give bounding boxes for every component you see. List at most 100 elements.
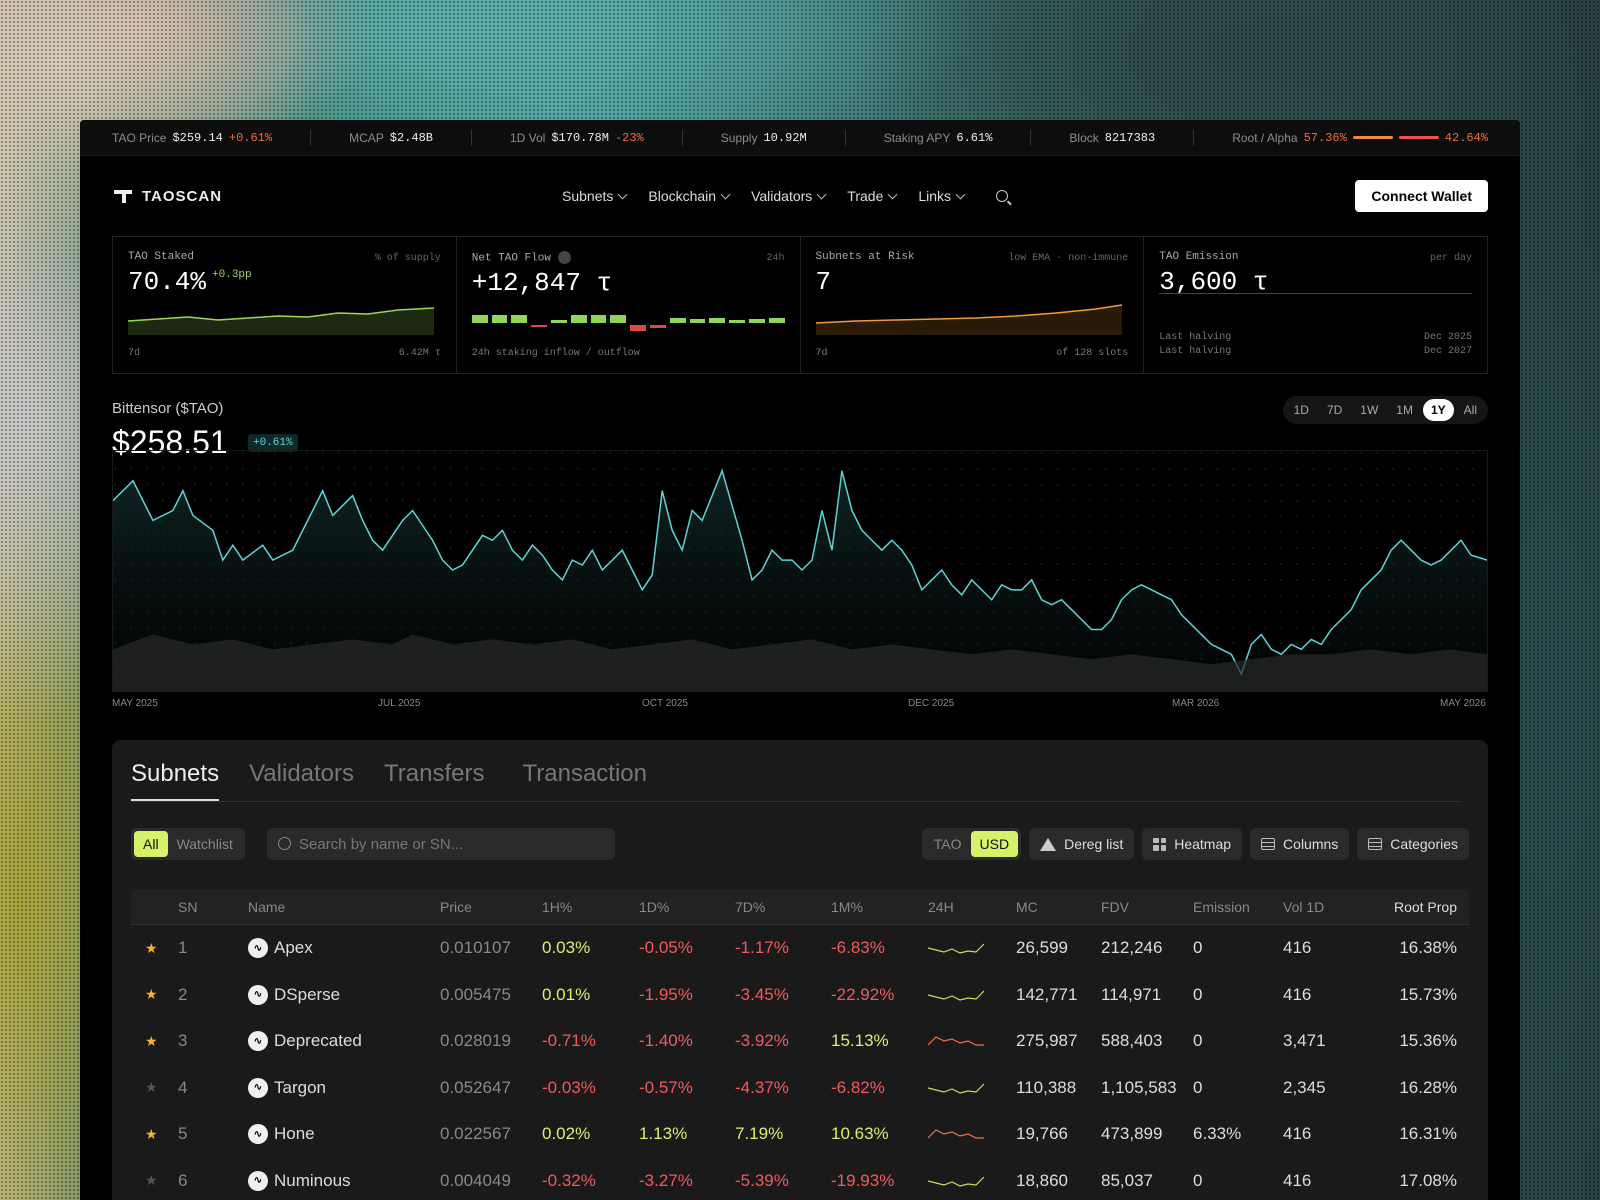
risk-sparkline <box>815 304 1122 335</box>
subnet-name[interactable]: ∿ DSperse <box>248 984 340 1005</box>
subnet-name[interactable]: ∿ Numinous <box>248 1170 351 1191</box>
cell-d7: -4.37% <box>735 1077 789 1097</box>
alpha-bar <box>1398 136 1439 139</box>
cell-m1: -6.82% <box>831 1077 885 1097</box>
tab-transfers[interactable]: Transfers <box>384 754 484 801</box>
subnet-logo-icon: ∿ <box>248 938 268 959</box>
stats-row: TAO Staked % of supply 70.4% +0.3pp 7d 6.… <box>112 236 1488 374</box>
subnet-name[interactable]: ∿ Deprecated <box>248 1031 362 1052</box>
table-icon <box>1368 838 1383 850</box>
cell-d1: -0.57% <box>639 1077 693 1097</box>
cell-mc: 19,766 <box>1016 1124 1068 1144</box>
ticker-staking-apy: Staking APY 6.61% <box>883 130 993 145</box>
subnets-table: SN Name Price 1H% 1D% 7D% 1M% 24H MC FDV… <box>131 889 1469 1200</box>
toolbar-buttons: TAO USD Dereg list Heatmap Columns Categ… <box>921 828 1469 860</box>
cell-price: 0.010107 <box>440 938 511 958</box>
price-chart[interactable] <box>112 450 1488 692</box>
x-axis-label: DEC 2025 <box>908 698 955 709</box>
filter-all[interactable]: All <box>134 831 168 857</box>
watchlist-star-icon[interactable]: ★ <box>145 1172 158 1189</box>
stat-tao-staked: TAO Staked % of supply 70.4% +0.3pp 7d 6.… <box>113 237 457 373</box>
info-icon[interactable] <box>557 251 571 264</box>
search-icon <box>278 837 291 850</box>
x-axis-label: JUL 2025 <box>378 698 421 709</box>
heatmap-button[interactable]: Heatmap <box>1142 828 1243 860</box>
table-row[interactable]: ★ 2 ∿ DSperse 0.005475 0.01% -1.95% -3.45% -22.9… <box>131 972 1469 1019</box>
chevron-down-icon <box>720 189 731 199</box>
cell-price: 0.004049 <box>440 1170 511 1190</box>
currency-usd[interactable]: USD <box>970 831 1019 857</box>
filter-bar: All Watchlist Search by name or SN... TA… <box>131 828 1469 860</box>
cell-d1: -1.40% <box>639 1031 693 1051</box>
watchlist-star-icon[interactable]: ★ <box>145 940 158 957</box>
subnet-logo-icon: ∿ <box>248 1031 268 1052</box>
ticker-mcap: MCAP $2.48B <box>349 130 433 145</box>
watchlist-star-icon[interactable]: ★ <box>145 1079 158 1096</box>
cell-d7: 7.19% <box>735 1124 784 1144</box>
cell-mc: 142,771 <box>1016 984 1078 1004</box>
cell-h1: -0.32% <box>542 1170 596 1190</box>
table-row[interactable]: ★ 3 ∿ Deprecated 0.028019 -0.71% -1.40% -3.92% 1… <box>131 1018 1469 1065</box>
watchlist-star-icon[interactable]: ★ <box>145 1126 158 1143</box>
menu-trade[interactable]: Trade <box>847 188 898 204</box>
cell-h1: 0.03% <box>542 938 591 958</box>
cell-h1: -0.03% <box>542 1077 596 1097</box>
cell-h1: 0.01% <box>542 984 591 1004</box>
watchlist-star-icon[interactable]: ★ <box>145 1033 158 1050</box>
tab-transaction[interactable]: Transaction <box>523 754 648 801</box>
table-icon <box>1261 838 1276 850</box>
watchlist-star-icon[interactable]: ★ <box>145 986 158 1003</box>
subnet-logo-icon: ∿ <box>248 1124 268 1145</box>
columns-button[interactable]: Columns <box>1250 828 1350 860</box>
cell-root-prop: 16.31% <box>1399 1124 1457 1144</box>
cell-sn: 2 <box>178 984 188 1004</box>
cell-price: 0.028019 <box>440 1031 511 1051</box>
cell-m1: -6.83% <box>831 938 885 958</box>
ticker-supply: Supply 10.92M <box>720 130 807 145</box>
range-1d[interactable]: 1D <box>1286 399 1317 421</box>
filter-watchlist[interactable]: Watchlist <box>168 831 242 857</box>
subnet-name[interactable]: ∿ Targon <box>248 1077 326 1098</box>
brand-logo[interactable]: TAOSCAN <box>112 187 222 205</box>
range-1w[interactable]: 1W <box>1352 399 1386 421</box>
menu-links[interactable]: Links <box>918 188 966 204</box>
cell-vol: 416 <box>1283 1124 1312 1144</box>
table-row[interactable]: ★ 4 ∿ Targon 0.052647 -0.03% -0.57% -4.37% -6.82… <box>131 1065 1469 1112</box>
table-header: SN Name Price 1H% 1D% 7D% 1M% 24H MC FDV… <box>131 889 1469 925</box>
cell-d7: -3.92% <box>735 1031 789 1051</box>
stat-subnets-at-risk: Subnets at Risk low EMA · non-immune 7 7… <box>801 237 1145 373</box>
ticker-bar: TAO Price $259.14 +0.61% MCAP $2.48B 1D Vol… <box>80 120 1520 156</box>
range-1y[interactable]: 1Y <box>1422 399 1454 421</box>
cell-m1: -19.93% <box>831 1170 895 1190</box>
ticker-block: Block 8217383 <box>1069 130 1156 145</box>
range-7d[interactable]: 7D <box>1319 399 1350 421</box>
chevron-down-icon <box>816 189 827 199</box>
cell-vol: 416 <box>1283 938 1312 958</box>
cell-d7: -1.17% <box>735 938 789 958</box>
subnet-name[interactable]: ∿ Hone <box>248 1124 315 1145</box>
range-1m[interactable]: 1M <box>1388 399 1421 421</box>
search-icon[interactable] <box>996 190 1009 202</box>
cell-em: 0 <box>1193 1077 1203 1097</box>
cell-d7: -5.39% <box>735 1170 789 1190</box>
menu-validators[interactable]: Validators <box>751 188 827 204</box>
cell-mc: 110,388 <box>1016 1077 1077 1097</box>
table-row[interactable]: ★ 5 ∿ Hone 0.022567 0.02% 1.13% 7.19% 10.63% 19,7… <box>131 1111 1469 1158</box>
cell-em: 0 <box>1193 984 1203 1004</box>
range-all[interactable]: All <box>1456 399 1485 421</box>
table-row[interactable]: ★ 6 ∿ Numinous 0.004049 -0.32% -3.27% -5.39% -19… <box>131 1158 1469 1200</box>
table-body: ★ 1 ∿ Apex 0.010107 0.03% -0.05% -1.17% -6.83% 26… <box>131 925 1469 1200</box>
top-nav: TAOSCAN Subnets Blockchain Validators Tr… <box>80 156 1520 236</box>
categories-button[interactable]: Categories <box>1357 828 1469 860</box>
dereg-list-button[interactable]: Dereg list <box>1029 828 1135 860</box>
table-row[interactable]: ★ 1 ∿ Apex 0.010107 0.03% -0.05% -1.17% -6.83% 26… <box>131 925 1469 972</box>
search-input[interactable]: Search by name or SN... <box>267 828 615 860</box>
tab-validators[interactable]: Validators <box>249 754 354 801</box>
currency-tao[interactable]: TAO <box>925 831 971 857</box>
connect-wallet-button[interactable]: Connect Wallet <box>1355 180 1488 212</box>
menu-blockchain[interactable]: Blockchain <box>648 188 731 204</box>
tab-subnets[interactable]: Subnets <box>131 754 220 801</box>
menu-subnets[interactable]: Subnets <box>562 188 628 204</box>
subnet-name[interactable]: ∿ Apex <box>248 938 313 959</box>
halving-row: Last halving Dec 2025 <box>1159 332 1472 343</box>
